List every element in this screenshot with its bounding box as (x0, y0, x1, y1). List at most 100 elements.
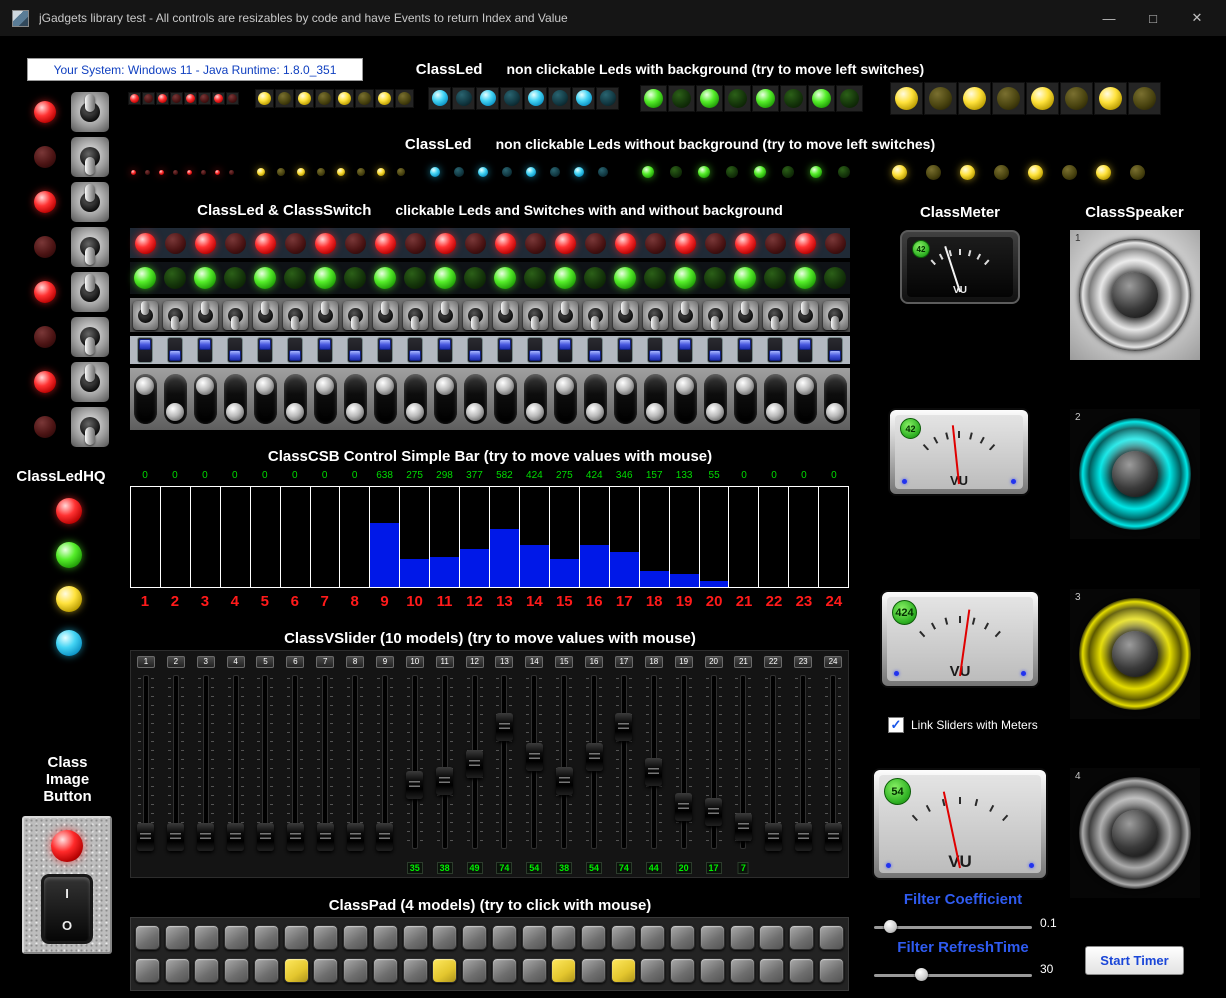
csb-column[interactable] (819, 487, 848, 587)
pad-button[interactable] (164, 925, 190, 951)
slide-switch[interactable] (737, 337, 753, 363)
left-toggle-switch[interactable] (71, 362, 109, 402)
vslider-knob[interactable] (286, 823, 304, 851)
toggle-switch[interactable] (222, 300, 248, 330)
vslider-knob[interactable] (376, 823, 394, 851)
green-led[interactable] (614, 267, 636, 289)
vslider-knob[interactable] (167, 823, 185, 851)
vslider-knob[interactable] (645, 757, 663, 786)
slide-switch[interactable] (617, 337, 633, 363)
rocker-switch[interactable] (163, 374, 187, 424)
start-timer-button[interactable]: Start Timer (1085, 946, 1184, 975)
pad-button[interactable] (670, 957, 696, 983)
pad-button[interactable] (343, 925, 369, 951)
csb-column[interactable] (490, 487, 520, 587)
pad-button[interactable] (581, 925, 607, 951)
red-led[interactable] (314, 232, 336, 254)
slide-switch[interactable] (647, 337, 663, 363)
toggle-switch[interactable] (372, 300, 398, 330)
toggle-switch[interactable] (402, 300, 428, 330)
vslider-knob[interactable] (764, 823, 782, 851)
pad-button[interactable] (551, 957, 577, 983)
csb-column[interactable] (281, 487, 311, 587)
pad-button[interactable] (581, 957, 607, 983)
vslider[interactable]: 16 54 (579, 651, 609, 877)
toggle-switch[interactable] (642, 300, 668, 330)
vslider-knob[interactable] (316, 823, 334, 851)
red-led[interactable] (584, 232, 606, 254)
toggle-switch[interactable] (822, 300, 848, 330)
pad-button[interactable] (521, 957, 547, 983)
slider-knob[interactable] (915, 968, 929, 981)
green-led[interactable] (524, 267, 546, 289)
green-led[interactable] (164, 267, 186, 289)
vslider[interactable]: 24 (818, 651, 848, 877)
rocker-switch[interactable] (613, 374, 637, 424)
vslider[interactable]: 2 (161, 651, 191, 877)
red-led[interactable] (284, 232, 306, 254)
pad-button[interactable] (372, 925, 398, 951)
vslider-track[interactable] (556, 675, 573, 849)
vslider-knob[interactable] (346, 823, 364, 851)
rocker-switch[interactable] (403, 374, 427, 424)
csb-column[interactable] (519, 487, 550, 587)
vslider-knob[interactable] (585, 743, 603, 772)
close-button[interactable]: ✕ (1180, 5, 1214, 31)
vslider-knob[interactable] (705, 797, 723, 826)
vslider[interactable]: 12 49 (460, 651, 490, 877)
green-led[interactable] (764, 267, 786, 289)
toggle-switch[interactable] (132, 300, 158, 330)
slide-switch[interactable] (557, 337, 573, 363)
slide-switch[interactable] (257, 337, 273, 363)
green-led[interactable] (194, 267, 216, 289)
green-led[interactable] (674, 267, 696, 289)
vslider-knob[interactable] (436, 766, 454, 795)
pad-button[interactable] (818, 925, 844, 951)
toggle-switch[interactable] (162, 300, 188, 330)
vslider-track[interactable] (406, 675, 423, 849)
toggle-switch[interactable] (192, 300, 218, 330)
vslider[interactable]: 19 20 (669, 651, 699, 877)
filter-refreshtime-slider[interactable] (874, 968, 1032, 982)
green-led[interactable] (434, 267, 456, 289)
pad-button[interactable] (135, 925, 160, 951)
rocker-switch[interactable] (133, 374, 157, 424)
pad-button[interactable] (253, 957, 279, 983)
rocker-switch[interactable] (373, 374, 397, 424)
toggle-switch[interactable] (582, 300, 608, 330)
pad-button[interactable] (313, 925, 339, 951)
left-toggle-switch[interactable] (71, 407, 109, 447)
pad-button[interactable] (194, 957, 220, 983)
green-led[interactable] (824, 267, 846, 289)
pad-button[interactable] (789, 957, 815, 983)
slide-switch[interactable] (377, 337, 393, 363)
pad-button[interactable] (729, 957, 755, 983)
red-led[interactable] (614, 232, 636, 254)
red-led[interactable] (194, 232, 216, 254)
green-led[interactable] (374, 267, 396, 289)
green-led[interactable] (494, 267, 516, 289)
csb-column[interactable] (161, 487, 191, 587)
slide-switch[interactable] (467, 337, 483, 363)
pad-button[interactable] (640, 957, 666, 983)
rocker-switch[interactable] (523, 374, 547, 424)
pad-button[interactable] (372, 957, 398, 983)
rocker-switch[interactable] (553, 374, 577, 424)
left-toggle-switch[interactable] (71, 137, 109, 177)
slide-switch[interactable] (677, 337, 693, 363)
slide-switch[interactable] (407, 337, 423, 363)
green-led[interactable] (464, 267, 486, 289)
rocker-switch[interactable] (703, 374, 727, 424)
green-led[interactable] (344, 267, 366, 289)
vslider[interactable]: 5 (251, 651, 281, 877)
csb-column[interactable] (729, 487, 760, 587)
slider-track[interactable] (874, 926, 1032, 929)
rocker-switch[interactable] (313, 374, 337, 424)
left-toggle-switch[interactable] (71, 317, 109, 357)
left-toggle-switch[interactable] (71, 227, 109, 267)
slide-switch[interactable] (437, 337, 453, 363)
link-sliders-checkbox[interactable]: ✓ (888, 717, 904, 733)
csb-column[interactable] (579, 487, 610, 587)
slide-switch[interactable] (797, 337, 813, 363)
vslider[interactable]: 6 (280, 651, 310, 877)
